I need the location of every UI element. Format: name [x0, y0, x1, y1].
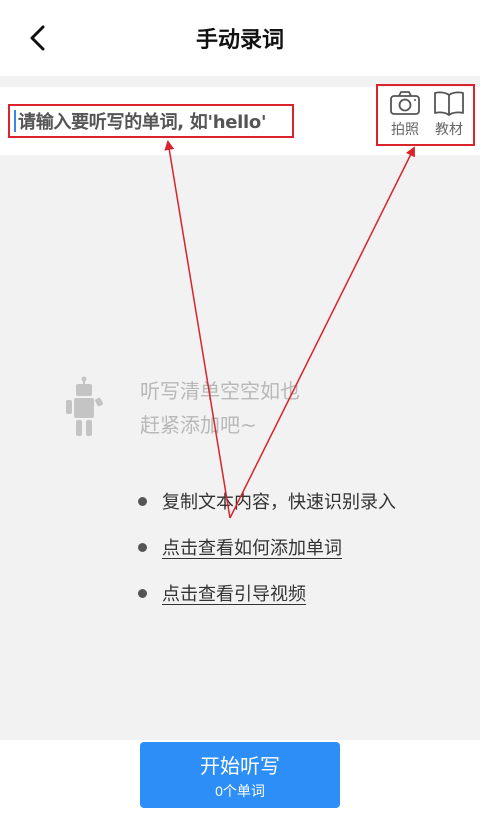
tip-copy-text: 复制文本内容，快速识别录入	[138, 478, 468, 524]
arrow-to-tools	[229, 146, 415, 519]
photo-button[interactable]: 拍照	[384, 90, 426, 142]
book-icon	[434, 91, 464, 116]
tip-how-to-add[interactable]: 点击查看如何添加单词	[138, 524, 468, 570]
arrow-to-input	[164, 140, 231, 519]
camera-icon	[390, 91, 420, 115]
empty-state-line2: 赶紧添加吧~	[140, 413, 257, 437]
page-title: 手动录词	[195, 28, 284, 53]
empty-state-line1: 听写清单空空如也	[140, 379, 300, 403]
word-input-placeholder: 请输入要听写的单词, 如'hello'	[18, 112, 267, 133]
how-to-add-link[interactable]: 点击查看如何添加单词	[162, 534, 342, 560]
tools-group: 拍照 教材	[376, 84, 475, 146]
bullet-dot	[138, 496, 147, 506]
word-input[interactable]: 请输入要听写的单词, 如'hello'	[8, 104, 294, 138]
start-dictation-label: 开始听写	[200, 755, 280, 778]
bullet-dot	[138, 542, 147, 552]
bottom-bar: 开始听写 0个单词	[0, 740, 480, 822]
start-dictation-button[interactable]: 开始听写 0个单词	[140, 742, 340, 808]
robot-icon	[66, 376, 103, 436]
header-bar: 手动录词	[0, 0, 480, 76]
textbook-button[interactable]: 教材	[428, 90, 470, 142]
bullet-dot	[138, 588, 147, 598]
empty-state-text: 听写清单空空如也 赶紧添加吧~	[140, 374, 300, 442]
guide-video-link[interactable]: 点击查看引导视频	[162, 580, 306, 606]
textbook-label: 教材	[435, 122, 463, 138]
tip-guide-video[interactable]: 点击查看引导视频	[138, 570, 468, 616]
word-count: 0个单词	[215, 782, 265, 799]
photo-label: 拍照	[391, 122, 419, 138]
text-cursor	[14, 110, 16, 132]
tip-copy-text-label: 复制文本内容，快速识别录入	[162, 492, 396, 513]
tips-list: 复制文本内容，快速识别录入 点击查看如何添加单词 点击查看引导视频	[138, 478, 468, 616]
